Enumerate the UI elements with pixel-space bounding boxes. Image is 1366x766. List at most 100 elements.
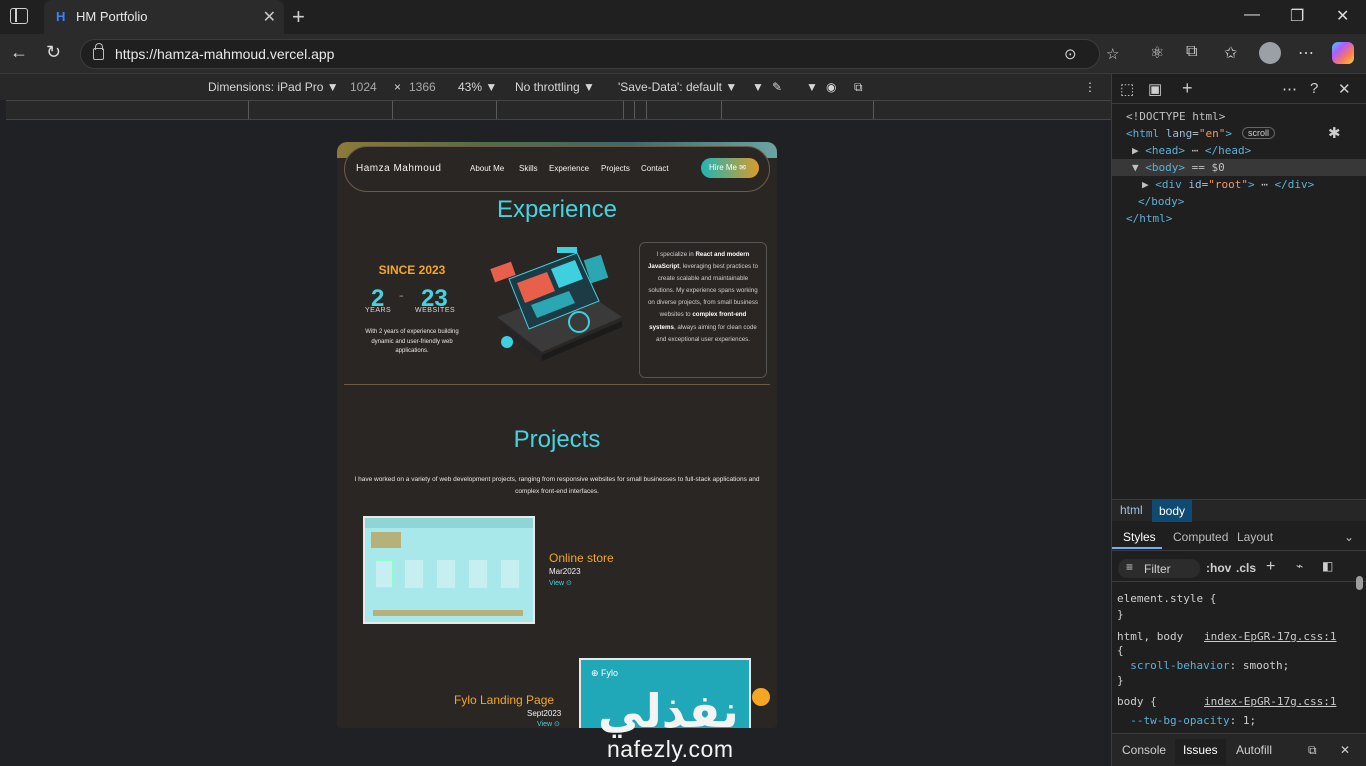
dom-node-line[interactable]: ▼ <body> == $0 [1112,159,1366,176]
chevron-down-icon[interactable]: ⌄ [1344,530,1354,544]
close-devtools-icon[interactable]: ✕ [1338,80,1351,98]
more-vert-icon[interactable]: ⋮ [1084,80,1096,94]
dimensions-select[interactable]: Dimensions: iPad Pro ▼ [208,80,339,94]
hire-me-button[interactable]: Hire Me ✉ [701,158,759,178]
nav-about-me[interactable]: About Me [470,164,504,173]
devtools-more-icon[interactable]: ⋯ [1282,80,1297,98]
more-options-circle-icon[interactable]: ⊙ [1064,45,1077,63]
extensions-icon[interactable]: ⧉ [1186,43,1197,61]
style-rule-line[interactable]: } [1117,674,1124,687]
crumb-body[interactable]: body [1152,500,1193,522]
devtools-toolbar: ⬚ ▣ + ⋯ ? ✕ [1112,74,1366,104]
style-rule-line[interactable]: scroll-behavior: smooth; [1117,659,1289,672]
websites-label: WEBSITES [415,307,456,314]
url-text: https://hamza-mahmoud.vercel.app [115,46,335,62]
dom-node-line[interactable]: ▶ <head> ⋯ </head> [1112,142,1366,159]
nav-projects[interactable]: Projects [601,164,630,173]
online-store-screenshot[interactable] [363,516,535,624]
breadcrumb: html body [1112,499,1366,522]
add-tab-icon[interactable]: + [1182,78,1193,99]
dom-node-line[interactable]: ▶ <div id="root"> ⋯ </div> [1112,176,1366,193]
tab-actions-icon[interactable] [10,8,28,24]
width-input[interactable]: 1024 [350,80,377,94]
toolbar-dropdown-icon-2[interactable]: ▼ [806,80,818,94]
title-bar: H HM Portfolio ✕ + — ❐ ✕ [0,0,1366,34]
site-logo[interactable]: Hamza Mahmoud [356,163,441,174]
tab-computed[interactable]: Computed [1173,530,1228,544]
nav-experience[interactable]: Experience [549,164,589,173]
eye-icon[interactable]: ◉ [826,80,836,94]
projects-title: Projects [513,426,601,453]
new-tab-icon[interactable]: + [292,4,305,30]
help-icon[interactable]: ? [1310,80,1318,97]
react-devtools-icon[interactable]: ⚛ [1150,43,1164,63]
settings-more-icon[interactable]: ⋯ [1298,43,1314,63]
rotate-icon[interactable]: ⧉ [854,80,863,95]
nav-skills[interactable]: Skills [519,164,538,173]
media-query-ruler[interactable] [6,100,1111,120]
minimize-icon[interactable]: — [1244,6,1260,24]
dom-node-line[interactable]: </body> [1112,193,1366,210]
style-rule-line[interactable]: html, body index-EpGR-17g.css:1 [1117,630,1336,643]
project-view-link-fylo[interactable]: View ⊙ [537,720,560,728]
style-rule-line[interactable]: } [1117,608,1124,621]
close-drawer-icon[interactable]: ✕ [1340,739,1350,765]
crumb-html[interactable]: html [1120,503,1143,517]
tab-layout[interactable]: Layout [1237,530,1273,544]
favicon-icon: H [56,9,66,24]
laptop-illustration [490,247,622,361]
inspect-element-icon[interactable]: ⬚ [1120,80,1134,98]
project-view-link-online-store[interactable]: View ⊙ [549,579,572,587]
favorites-icon[interactable]: ✩ [1224,43,1237,63]
cls-toggle[interactable]: .cls [1236,561,1256,575]
restore-icon[interactable]: ❐ [1290,6,1304,26]
back-icon[interactable]: ← [10,42,28,63]
height-input[interactable]: 1366 [409,80,436,94]
filter-row: Filter ≡ :hov .cls + ⌁ ◧ [1112,556,1366,582]
style-rule-line[interactable]: --tw-bg-opacity: 1; [1117,714,1256,727]
eyedropper-icon[interactable]: ✎ [772,80,782,94]
paint-icon[interactable]: ⌁ [1296,559,1303,573]
style-rule-line[interactable]: body { index-EpGR-17g.css:1 [1117,695,1336,708]
copilot-icon[interactable] [1332,42,1354,64]
style-rule-line[interactable]: element.style { [1117,592,1216,605]
scroll-thumb[interactable] [1356,576,1363,590]
styles-scrollbar[interactable] [1354,570,1364,730]
watermark-arabic: نفذلي [598,684,739,738]
tab-autofill[interactable]: Autofill [1236,739,1272,765]
style-rule-line[interactable]: { [1117,644,1124,657]
zoom-select[interactable]: 43% ▼ [458,80,497,94]
scroll-badge[interactable]: scroll [1242,127,1276,139]
tab-issues[interactable]: Issues [1175,739,1226,765]
since-label: SINCE 2023 [378,263,446,277]
throttling-select[interactable]: No throttling ▼ [515,80,595,94]
projects-intro: I have worked on a variety of web develo… [354,476,760,495]
device-toggle-icon[interactable]: ▣ [1148,80,1162,98]
active-tab-underline [1112,547,1162,549]
watermark-latin: nafezly.com [607,736,734,762]
tab-console[interactable]: Console [1122,739,1166,765]
tab-hm-portfolio[interactable]: H HM Portfolio ✕ [44,0,284,34]
viewport-area: Hamza Mahmoud About Me Skills Experience… [0,120,1111,766]
styles-pane-tabs: Styles Computed Layout ⌄ [1112,523,1366,551]
close-window-icon[interactable]: ✕ [1336,6,1349,26]
devtools-panel: ⬚ ▣ + ⋯ ? ✕ <!DOCTYPE html> <html lang="e… [1111,74,1366,766]
save-data-select[interactable]: 'Save-Data': default ▼ [618,80,737,94]
sidebar-toggle-icon[interactable]: ◧ [1322,559,1333,573]
experience-card-text: I specialize in React and modern JavaScr… [647,251,759,343]
tab-styles[interactable]: Styles [1123,530,1156,544]
profile-avatar[interactable] [1259,42,1281,64]
close-icon[interactable]: ✕ [263,7,276,27]
nav-contact[interactable]: Contact [641,164,669,173]
favorite-star-icon[interactable]: ☆ [1106,45,1119,63]
hov-toggle[interactable]: :hov [1206,561,1231,575]
dom-node-line[interactable]: </html> [1112,210,1366,227]
url-input[interactable]: https://hamza-mahmoud.vercel.app ⊙ ☆ [80,39,1119,69]
accessibility-icon[interactable]: ✱ [1328,124,1341,142]
years-label: YEARS [365,307,392,314]
dock-icon[interactable]: ⧉ [1308,739,1317,765]
toolbar-dropdown-icon[interactable]: ▼ [752,80,764,94]
reload-icon[interactable]: ↻ [46,42,61,63]
add-rule-icon[interactable]: + [1266,558,1275,576]
dom-node-line[interactable]: <!DOCTYPE html> [1112,108,1366,125]
